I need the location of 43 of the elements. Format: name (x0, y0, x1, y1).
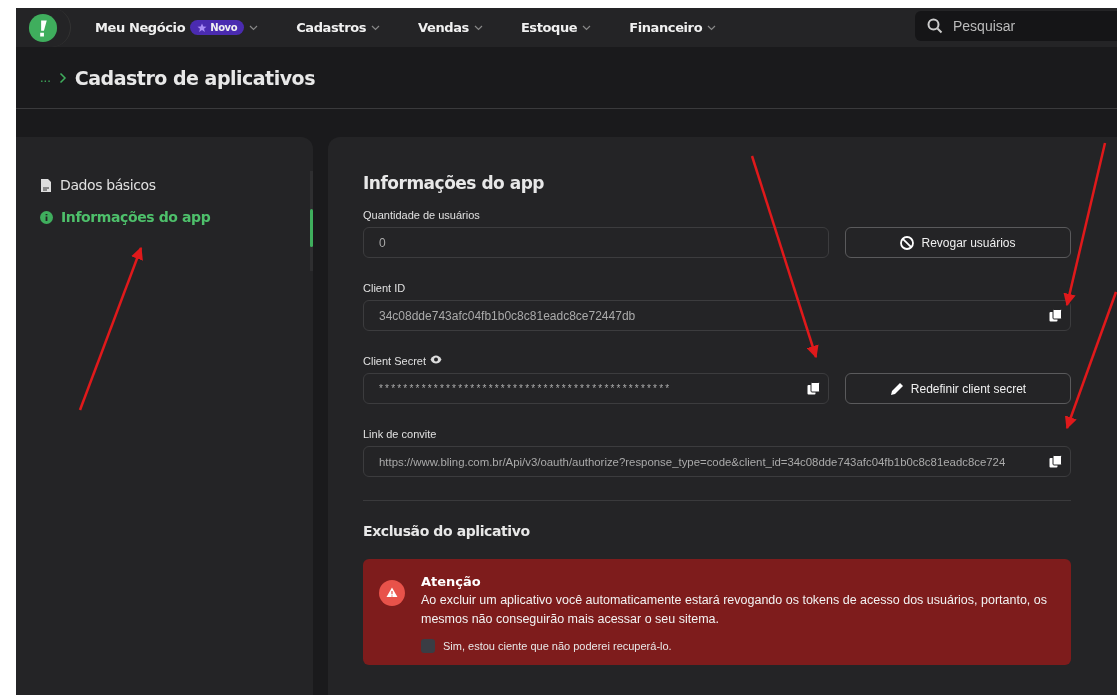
section-title: Exclusão do aplicativo (363, 523, 531, 539)
field-label: Quantidade de usuários (363, 209, 480, 221)
block-icon (900, 235, 915, 250)
logo-icon[interactable] (28, 12, 58, 43)
sidebar-item[interactable]: Dados básicos (16, 171, 313, 199)
chevron-down-icon (707, 24, 717, 31)
alert-text: Ao excluir um aplicativo você automaticamente estará revogando os tokens de acesso dos usuários, portanto, os mesmos não conseguirão mais acessar o seu sitema. (420, 592, 1048, 628)
breadcrumb-link[interactable]: ... (40, 70, 51, 85)
users-count-field[interactable]: 0 (363, 227, 829, 258)
document-icon (40, 178, 52, 192)
field-label: Client Secret (363, 355, 426, 367)
chevron-down-icon (582, 24, 592, 31)
chevron-down-icon (473, 24, 483, 31)
nav-menu[interactable]: Meu Negócio Novo (87, 20, 267, 35)
nav-menu[interactable]: Estoque (512, 20, 600, 35)
client-secret-field[interactable]: ************************************************ (363, 373, 829, 404)
copy-icon[interactable] (807, 382, 820, 395)
new-badge: Novo (190, 20, 245, 35)
alert-title: Atenção (420, 574, 481, 589)
section-title: Informações do app (363, 173, 545, 193)
pencil-icon (889, 381, 904, 396)
copy-icon[interactable] (1049, 455, 1062, 468)
sidebar-item[interactable]: Informações do app (16, 203, 313, 231)
checkbox[interactable] (420, 639, 435, 653)
nav-menu[interactable]: Cadastros (288, 20, 389, 35)
nav-menu[interactable]: Vendas (410, 20, 491, 35)
search-field[interactable]: Pesquisar (915, 10, 1117, 41)
reset-secret-button[interactable]: Redefinir client secret (845, 373, 1071, 404)
chevron-down-icon (371, 24, 381, 31)
copy-icon[interactable] (1049, 309, 1062, 322)
search-icon (927, 17, 943, 34)
field-label: Client ID (363, 282, 406, 294)
chevron-down-icon (249, 24, 259, 31)
nav-menu[interactable]: Financeiro (621, 20, 725, 35)
page-title: Cadastro de aplicativos (74, 66, 315, 89)
invite-link-field[interactable]: https://www.bling.com.br/Api/v3/oauth/authorize?response_type=code&client_id=34c08dde743afc04fb1b0c8c81eadc8ce724 (363, 446, 1071, 477)
chevron-icon (58, 71, 67, 84)
eye-icon[interactable] (430, 355, 442, 364)
revoke-users-button[interactable]: Revogar usuários (845, 227, 1071, 258)
client-id-field[interactable]: 34c08dde743afc04fb1b0c8c81eadc8ce72447db (363, 300, 1071, 331)
field-label: Link de convite (363, 428, 437, 440)
checkbox-label: Sim, estou ciente que não poderei recuperá-lo. (442, 640, 672, 652)
info-icon (40, 210, 53, 224)
